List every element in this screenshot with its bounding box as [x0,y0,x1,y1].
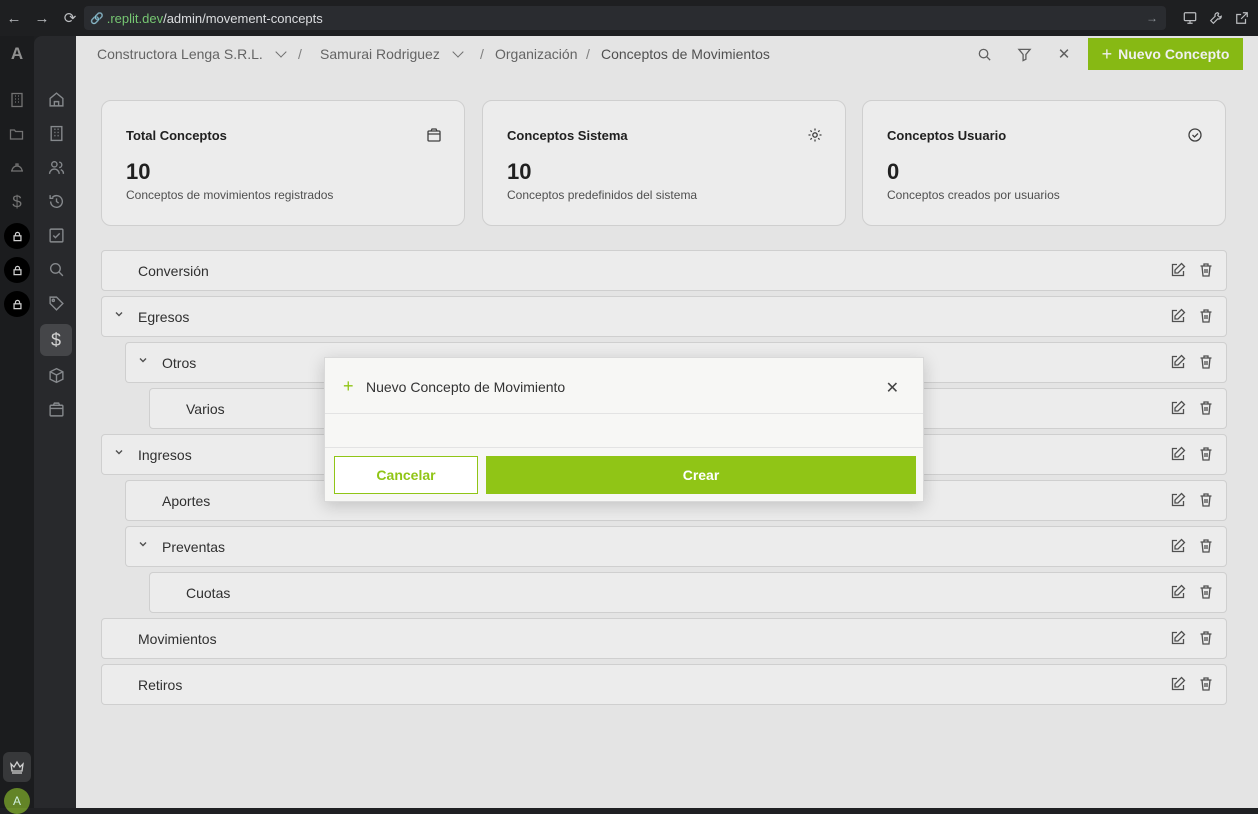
cancel-button[interactable]: Cancelar [334,456,478,494]
dialog-title: Nuevo Concepto de Movimiento [366,379,566,395]
close-icon[interactable]: ✕ [886,378,899,398]
new-concept-dialog: + Nuevo Concepto de Movimiento ✕ Cancela… [324,357,924,502]
dialog-header: + Nuevo Concepto de Movimiento ✕ [325,358,923,414]
create-button[interactable]: Crear [486,456,916,494]
plus-icon: + [343,376,354,396]
dialog-body [325,414,923,448]
